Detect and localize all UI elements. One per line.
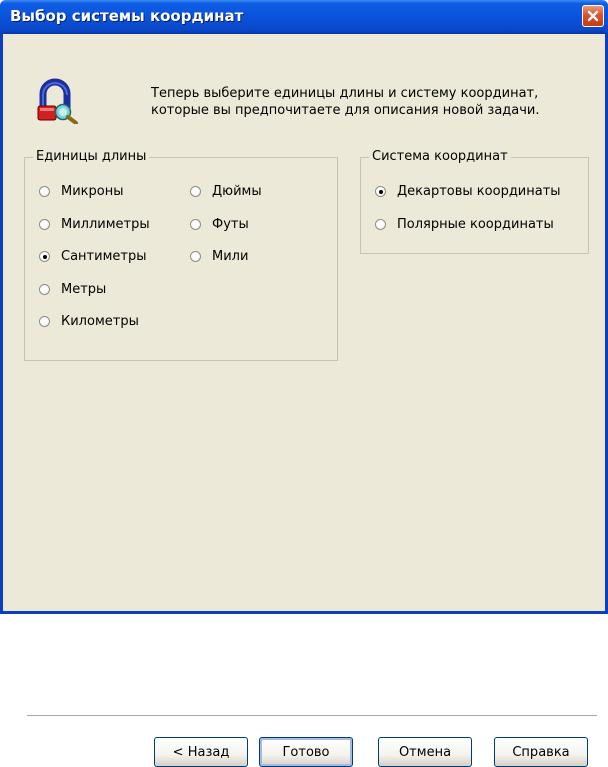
finish-button[interactable]: Готово — [259, 737, 353, 767]
unit-meters-label: Метры — [61, 282, 107, 297]
unit-miles-label: Мили — [212, 249, 249, 264]
unit-kilometers-label: Километры — [61, 314, 139, 329]
coordinate-system-dialog: Выбор системы координат Теперь выберите … — [0, 0, 608, 767]
radio-dot-selected — [375, 186, 386, 197]
close-icon — [587, 10, 599, 22]
radio-dot — [190, 219, 201, 230]
radio-dot-selected — [39, 251, 50, 262]
coordinate-system-group: Система координат Декартовы координаты П… — [360, 149, 589, 254]
radio-dot — [39, 284, 50, 295]
finish-button-label: Готово — [282, 744, 330, 760]
radio-dot — [190, 186, 201, 197]
radio-dot — [39, 219, 50, 230]
coordinate-system-title: Система координат — [369, 149, 511, 165]
back-button-label: < Назад — [172, 744, 230, 760]
unit-microns-radio[interactable]: Микроны — [39, 184, 124, 199]
intro-line-1: Теперь выберите единицы длины и систему … — [151, 86, 539, 101]
close-button[interactable] — [582, 5, 604, 27]
coord-cartesian-radio[interactable]: Декартовы координаты — [375, 184, 561, 199]
radio-dot — [375, 219, 386, 230]
unit-feet-radio[interactable]: Футы — [190, 217, 249, 232]
unit-meters-radio[interactable]: Метры — [39, 282, 106, 297]
title-bar[interactable]: Выбор системы координат — [0, 0, 608, 34]
unit-centimeters-label: Сантиметры — [61, 249, 147, 264]
unit-millimeters-label: Миллиметры — [61, 217, 150, 232]
unit-millimeters-radio[interactable]: Миллиметры — [39, 217, 150, 232]
radio-dot — [39, 316, 50, 327]
length-units-title: Единицы длины — [33, 149, 150, 165]
unit-kilometers-radio[interactable]: Километры — [39, 314, 139, 329]
cancel-button[interactable]: Отмена — [378, 737, 472, 767]
unit-centimeters-radio[interactable]: Сантиметры — [39, 249, 146, 264]
button-separator — [27, 715, 597, 717]
coord-polar-radio[interactable]: Полярные координаты — [375, 217, 554, 232]
window-title: Выбор системы координат — [10, 7, 244, 25]
magnet-app-icon — [37, 78, 78, 124]
unit-feet-label: Футы — [212, 217, 249, 232]
radio-dot — [39, 186, 50, 197]
help-button[interactable]: Справка — [494, 737, 588, 767]
intro-line-2: которые вы предпочитаете для описания но… — [151, 103, 540, 118]
unit-inches-label: Дюймы — [212, 184, 262, 199]
length-units-group: Единицы длины Микроны Миллиметры Сантиме… — [24, 149, 338, 361]
cancel-button-label: Отмена — [398, 744, 452, 760]
unit-microns-label: Микроны — [61, 184, 124, 199]
unit-inches-radio[interactable]: Дюймы — [190, 184, 262, 199]
coord-cartesian-label: Декартовы координаты — [397, 184, 561, 199]
radio-dot — [190, 251, 201, 262]
intro-text: Теперь выберите единицы длины и систему … — [151, 85, 581, 119]
unit-miles-radio[interactable]: Мили — [190, 249, 248, 264]
help-button-label: Справка — [512, 744, 570, 760]
coord-polar-label: Полярные координаты — [397, 217, 554, 232]
back-button[interactable]: < Назад — [154, 737, 248, 767]
